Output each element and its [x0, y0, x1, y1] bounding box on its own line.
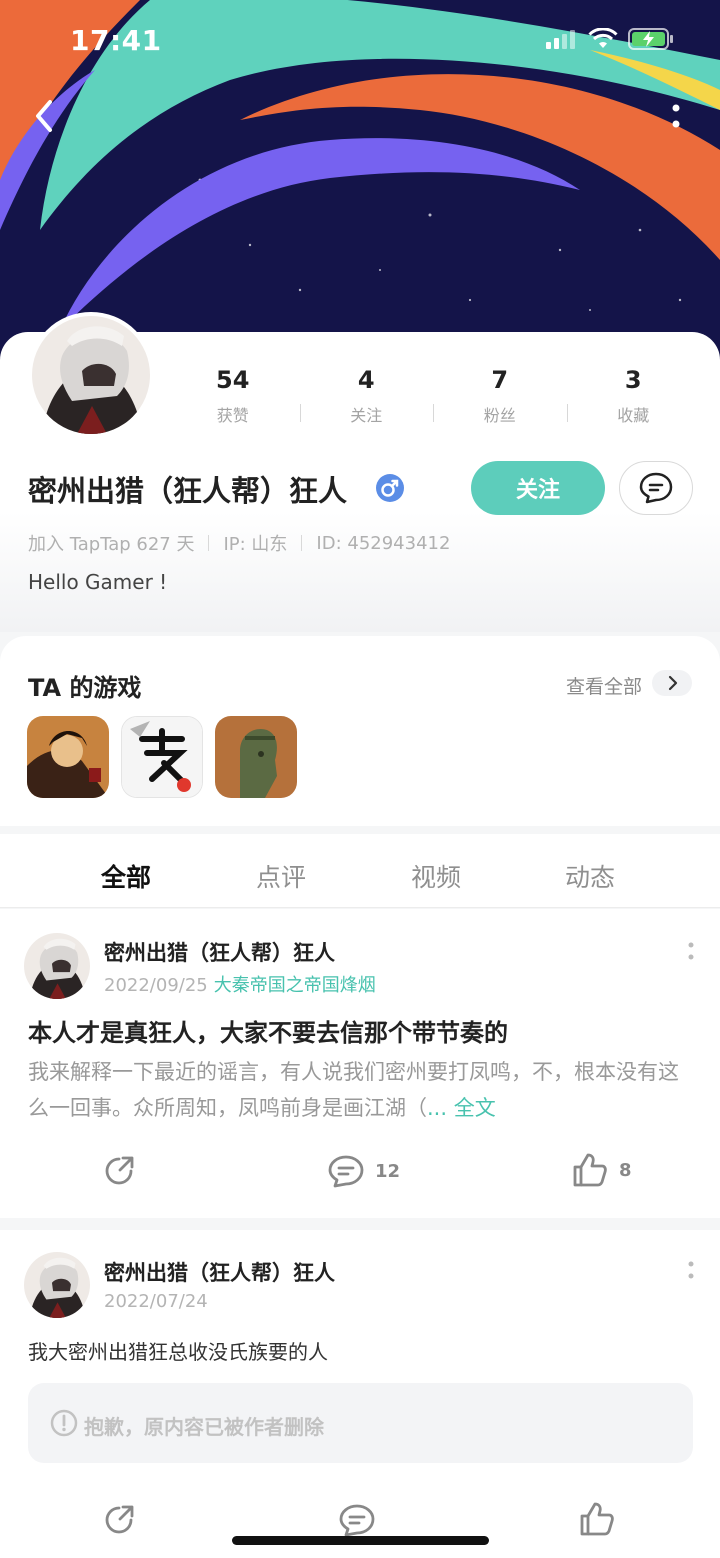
like-button[interactable]: 8	[571, 1151, 632, 1189]
stat-label: 关注	[350, 406, 383, 425]
post-excerpt[interactable]: 我来解释一下最近的谣言，有人说我们密州要打凤鸣，不，根本没有这么一回事。众所周知…	[28, 1054, 688, 1126]
tab-all[interactable]: 全部	[98, 858, 154, 894]
home-indicator	[232, 1536, 489, 1545]
share-icon	[105, 1156, 134, 1185]
feed-post[interactable]: 密州出猎（狂人帮）狂人 2022/07/24 我大密州出猎狂总收没氏族要的人 抱…	[0, 1230, 720, 1558]
read-more-link[interactable]: ... 全文	[427, 1096, 496, 1120]
thumbs-up-icon	[573, 1153, 607, 1187]
thumbs-up-icon	[580, 1502, 614, 1536]
tab-reviews[interactable]: 点评	[256, 858, 306, 894]
post-author-name[interactable]: 密州出猎（狂人帮）狂人	[104, 937, 335, 967]
stat-following[interactable]: 4 关注	[299, 366, 434, 426]
tab-videos[interactable]: 视频	[411, 858, 461, 894]
status-time: 17:41	[70, 24, 162, 57]
battery-charging-icon	[628, 28, 674, 54]
stat-likes[interactable]: 54 获赞	[166, 366, 300, 426]
post-author-name[interactable]: 密州出猎（狂人帮）狂人	[104, 1257, 335, 1287]
post-author-avatar[interactable]	[24, 1252, 90, 1318]
post-date: 2022/09/25	[104, 975, 208, 996]
divider	[208, 535, 210, 551]
stat-value: 3	[624, 366, 642, 394]
post-body-text: 我来解释一下最近的谣言，有人说我们密州要打凤鸣，不，根本没有这么一回事。众所周知…	[28, 1060, 679, 1120]
share-icon	[105, 1505, 134, 1534]
stat-value: 7	[491, 366, 509, 394]
more-options-button[interactable]	[648, 96, 692, 140]
profile-meta: 加入 TapTap 627 天 IP: 山东 ID: 452943412	[28, 530, 450, 556]
share-button[interactable]	[101, 1153, 137, 1189]
post-more-icon[interactable]	[684, 1260, 698, 1282]
profile-bio: Hello Gamer !	[28, 570, 168, 594]
chevron-right-icon[interactable]	[652, 670, 692, 696]
stat-value: 4	[357, 366, 375, 394]
profile-name: 密州出猎（狂人帮）狂人	[28, 474, 348, 508]
game-icon-2[interactable]	[121, 716, 203, 798]
male-gender-icon	[376, 474, 404, 502]
profile-stats: 54 获赞 4 关注 7 粉丝 3 收藏	[166, 366, 700, 426]
signal-icon	[546, 29, 578, 53]
like-count: 8	[619, 1159, 632, 1181]
stat-label: 粉丝	[483, 406, 516, 425]
divider	[301, 535, 303, 551]
stat-favorites[interactable]: 3 收藏	[566, 366, 701, 426]
message-icon	[639, 472, 672, 503]
post-more-icon[interactable]	[684, 941, 698, 963]
comment-button[interactable]: 12	[327, 1153, 400, 1189]
share-button[interactable]	[101, 1502, 137, 1538]
stat-value: 54	[216, 366, 250, 394]
stat-label: 获赞	[216, 406, 249, 425]
comment-count: 12	[375, 1160, 401, 1182]
join-days: 加入 TapTap 627 天	[28, 534, 195, 555]
game-icon-1[interactable]	[27, 716, 109, 798]
back-button[interactable]	[28, 94, 72, 138]
comment-button[interactable]	[338, 1502, 376, 1538]
deleted-content-notice: 抱歉，原内容已被作者删除	[28, 1383, 693, 1463]
comment-icon	[339, 1504, 375, 1537]
follow-button[interactable]: 关注	[471, 461, 605, 515]
post-text[interactable]: 我大密州出猎狂总收没氏族要的人	[28, 1336, 328, 1365]
user-avatar[interactable]	[28, 312, 154, 438]
deleted-notice-text: 抱歉，原内容已被作者删除	[84, 1415, 324, 1439]
view-all-games-link[interactable]: 查看全部	[566, 672, 642, 699]
post-game-tag[interactable]: 大秦帝国之帝国烽烟	[214, 975, 376, 996]
post-author-avatar[interactable]	[24, 933, 90, 999]
alert-icon	[50, 1409, 78, 1437]
post-meta: 2022/09/25 大秦帝国之帝国烽烟	[104, 971, 376, 997]
status-bar: 17:41	[0, 22, 720, 62]
post-date: 2022/07/24	[104, 1291, 208, 1312]
stat-followers[interactable]: 7 粉丝	[433, 366, 567, 426]
tab-moments[interactable]: 动态	[565, 858, 615, 894]
post-title[interactable]: 本人才是真狂人，大家不要去信那个带节奏的	[28, 1013, 508, 1048]
like-button[interactable]	[578, 1500, 616, 1538]
ip-location: IP: 山东	[223, 534, 288, 555]
comment-icon	[328, 1155, 364, 1188]
message-button[interactable]	[619, 461, 693, 515]
stat-label: 收藏	[617, 406, 650, 425]
games-title: TA 的游戏	[28, 674, 142, 702]
user-id: ID: 452943412	[316, 532, 451, 554]
feed-post[interactable]: 密州出猎（狂人帮）狂人 2022/09/25 大秦帝国之帝国烽烟 本人才是真狂人，…	[0, 909, 720, 1218]
wifi-icon	[588, 27, 618, 54]
game-icon-3[interactable]	[215, 716, 297, 798]
